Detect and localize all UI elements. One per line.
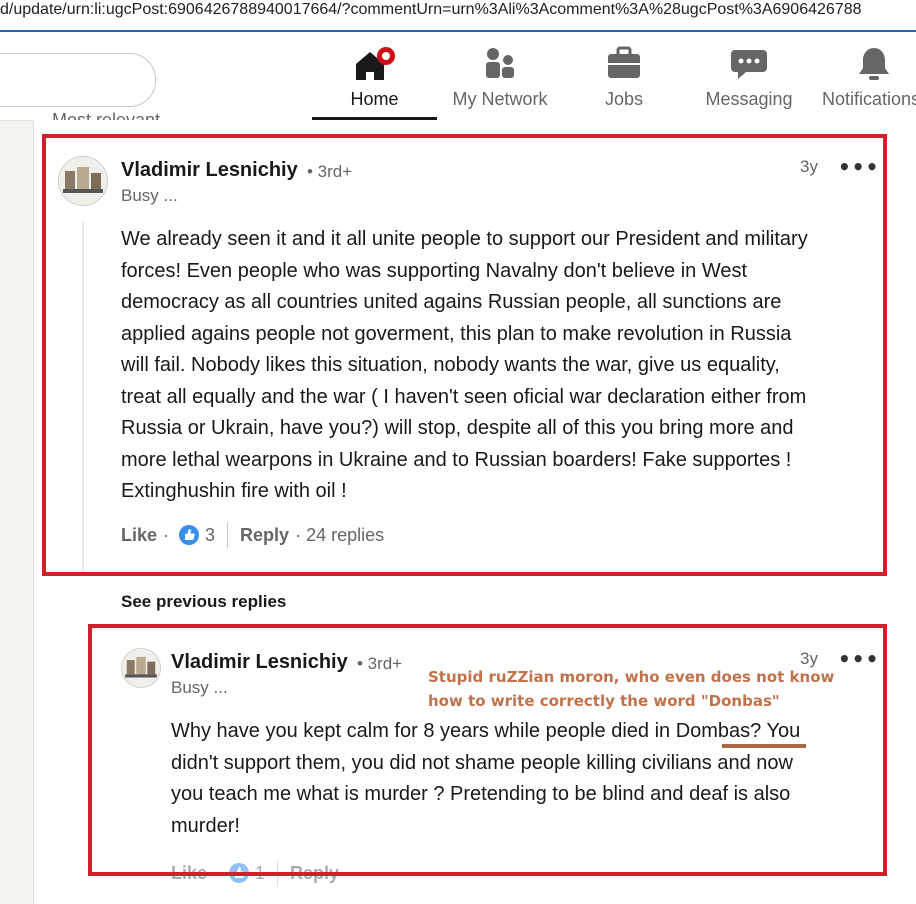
nav-my-network-label: My Network (452, 89, 548, 109)
nav-home-label: Home (350, 89, 399, 109)
nav-notifications-label: Notifications (822, 89, 916, 109)
briefcase-icon (606, 46, 642, 86)
search-input[interactable] (0, 53, 156, 107)
highlight-box (88, 624, 887, 876)
messaging-icon (730, 46, 768, 86)
nav-messaging[interactable]: Messaging (694, 32, 804, 120)
nav-jobs[interactable]: Jobs (574, 32, 674, 120)
network-icon (482, 46, 518, 86)
sort-label[interactable]: Most relevant (52, 108, 160, 120)
home-icon (352, 46, 398, 90)
nav-jobs-label: Jobs (604, 89, 644, 109)
url-text[interactable]: d/update/urn:li:ugcPost:6906426788940017… (0, 1, 861, 19)
highlight-box (42, 134, 887, 576)
nav-home[interactable]: Home (312, 32, 437, 120)
see-previous-replies-link[interactable]: See previous replies (121, 592, 286, 612)
nav-notifications[interactable]: Notifications (820, 32, 916, 120)
nav-my-network[interactable]: My Network (440, 32, 560, 120)
bell-icon (857, 46, 891, 86)
nav-messaging-label: Messaging (705, 89, 793, 109)
browser-url-bar[interactable]: d/update/urn:li:ugcPost:6906426788940017… (0, 0, 916, 32)
